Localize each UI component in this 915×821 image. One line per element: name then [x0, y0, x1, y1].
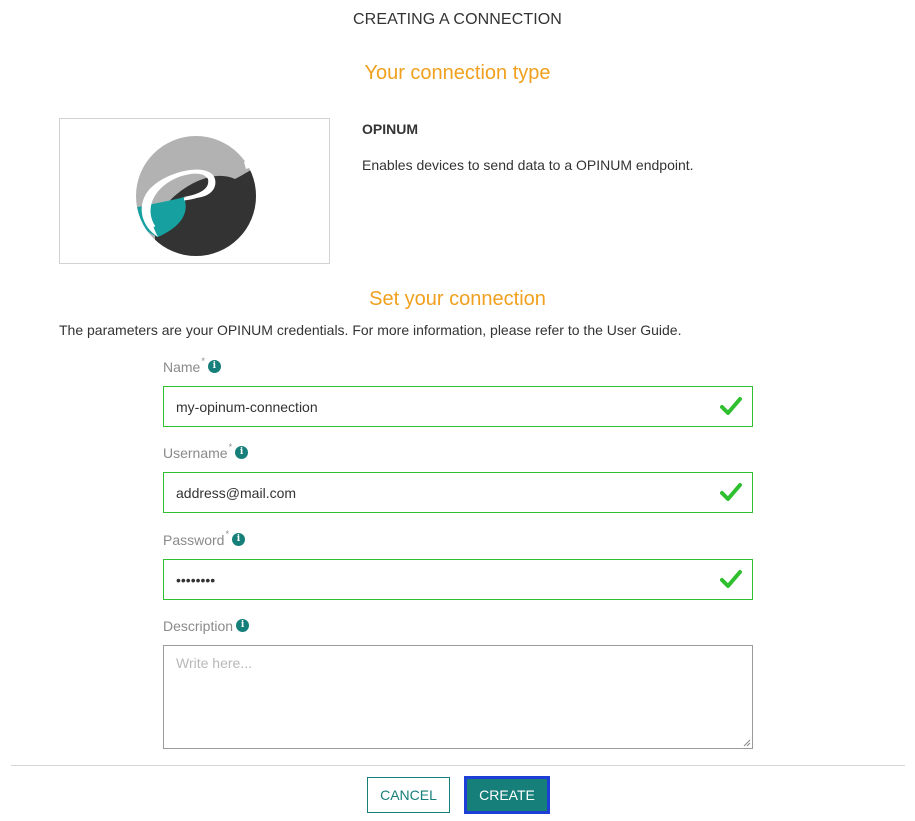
page-title: CREATING A CONNECTION — [353, 11, 562, 28]
required-mark: * — [225, 529, 229, 539]
footer-divider — [11, 765, 905, 766]
info-icon[interactable]: i — [235, 446, 249, 459]
required-mark: * — [228, 442, 233, 452]
name-label-text: Name — [163, 359, 201, 375]
password-label: Password * i — [163, 529, 245, 548]
connection-description: Enables devices to send data to a OPINUM… — [362, 157, 694, 173]
description-label-text: Description — [163, 618, 234, 634]
set-connection-heading: Set your connection — [369, 288, 546, 310]
check-icon — [720, 483, 742, 501]
password-input[interactable] — [164, 560, 704, 599]
name-label: Name * i — [163, 356, 221, 375]
username-input[interactable] — [164, 473, 704, 512]
info-icon[interactable]: i — [231, 533, 245, 546]
username-label: Username * i — [163, 442, 249, 461]
name-input[interactable] — [164, 387, 704, 426]
name-field-wrapper — [163, 386, 753, 427]
description-label: Description i — [163, 618, 250, 634]
password-field-wrapper — [163, 559, 753, 600]
info-icon[interactable]: i — [207, 360, 221, 373]
info-icon[interactable]: i — [236, 619, 250, 632]
opinum-logo — [59, 118, 330, 264]
check-icon — [720, 570, 742, 588]
username-label-text: Username — [163, 445, 228, 461]
resize-grip-icon[interactable] — [743, 739, 751, 747]
connection-name: OPINUM — [362, 121, 418, 137]
set-connection-intro: The parameters are your OPINUM credentia… — [59, 322, 682, 338]
cancel-button[interactable]: CANCEL — [367, 777, 450, 813]
username-field-wrapper — [163, 472, 753, 513]
create-button[interactable]: CREATE — [464, 776, 550, 814]
required-mark: * — [201, 356, 205, 366]
check-icon — [720, 397, 742, 415]
connection-type-heading: Your connection type — [364, 62, 551, 84]
description-textarea[interactable] — [164, 646, 752, 748]
password-label-text: Password — [163, 532, 225, 548]
description-field-wrapper — [163, 645, 753, 749]
opinum-logo-icon — [136, 136, 270, 256]
